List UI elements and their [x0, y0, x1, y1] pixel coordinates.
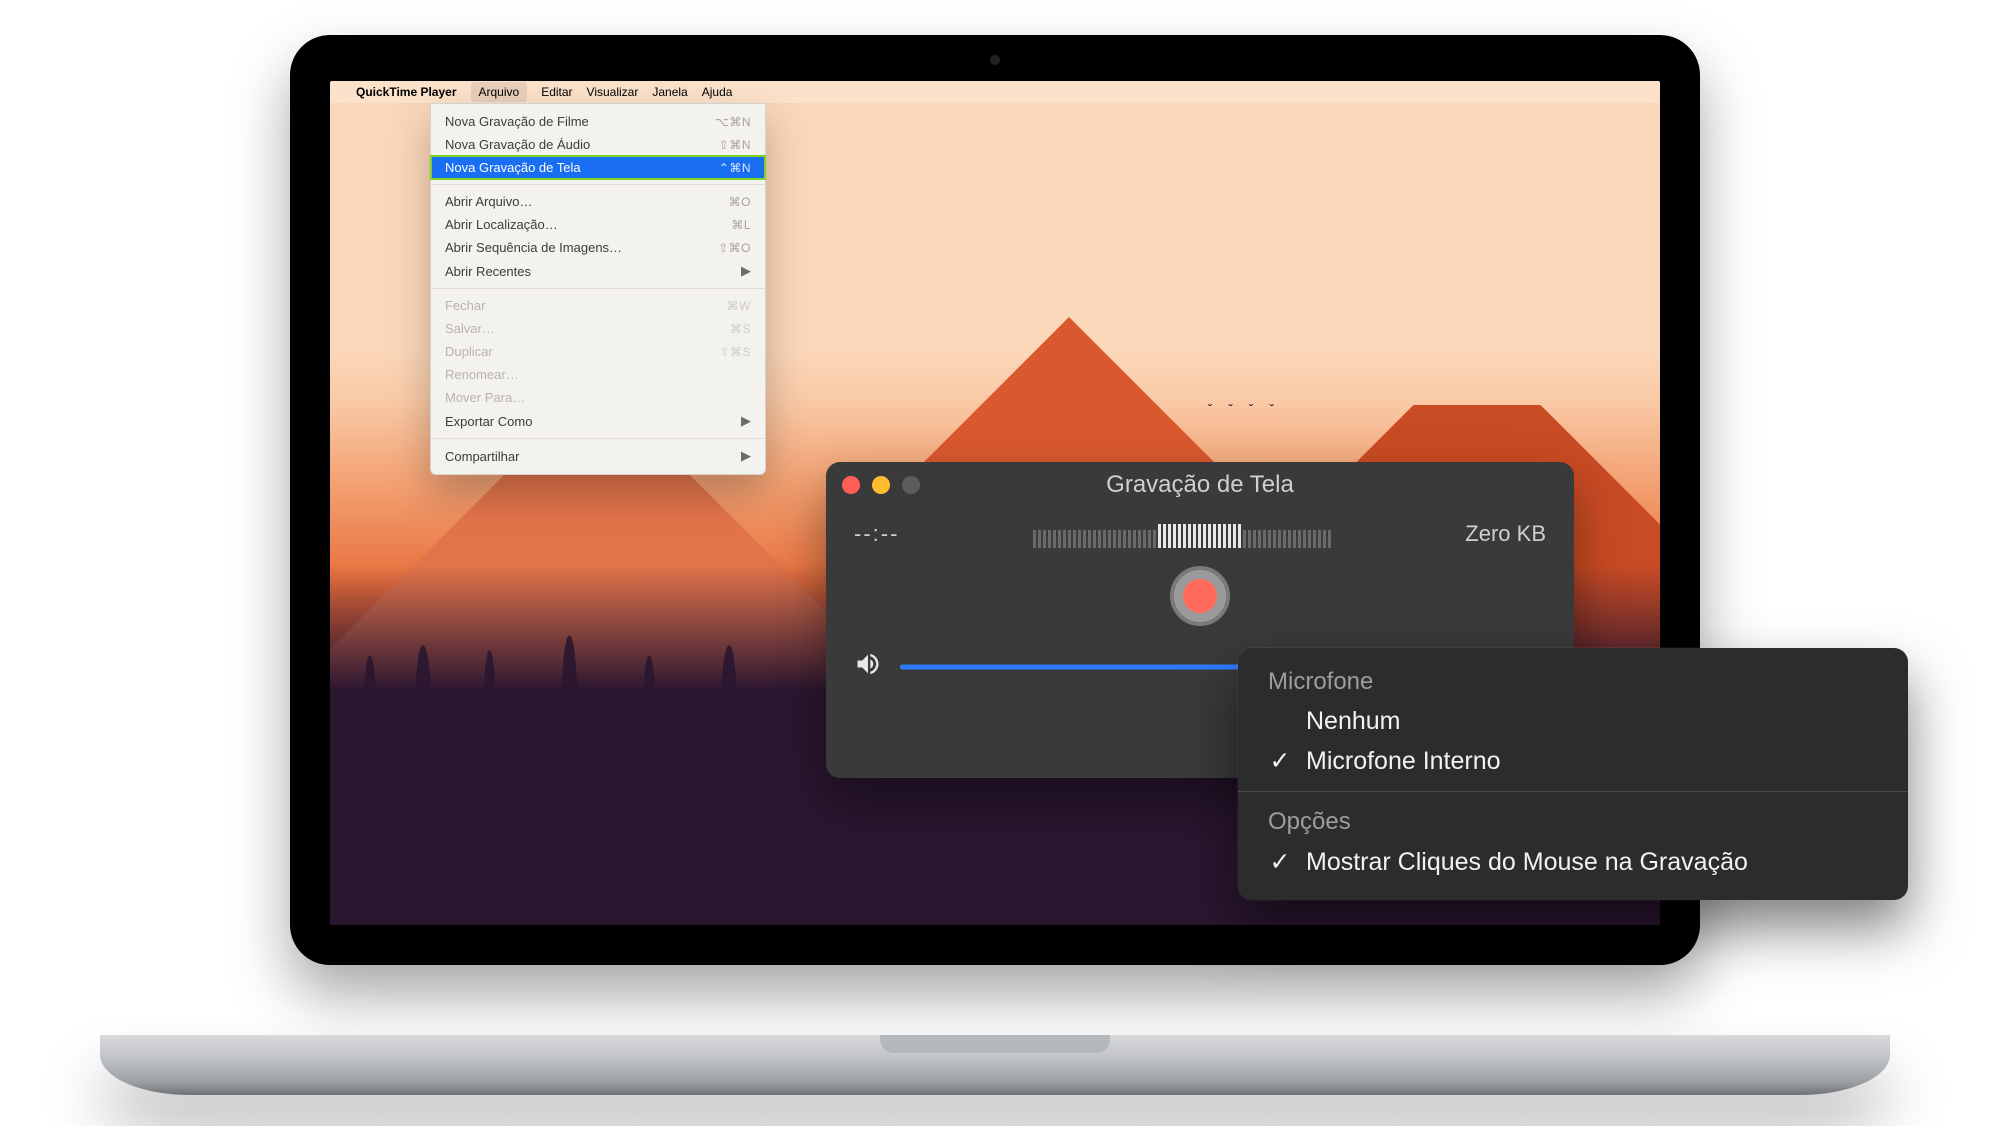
menu-item-nova-gravacao-tela[interactable]: Nova Gravação de Tela ⌃⌘N: [431, 156, 765, 179]
menu-item-abrir-recentes[interactable]: Abrir Recentes ▶: [431, 259, 765, 283]
shortcut-label: ⇧⌘O: [718, 241, 751, 255]
mic-section-title: Microfone: [1238, 662, 1908, 702]
shortcut-label: ⌥⌘N: [715, 115, 751, 129]
menu-item-salvar: Salvar… ⌘S: [431, 317, 765, 340]
menu-item-label: Salvar…: [445, 321, 495, 336]
wallpaper-birds: ˇ ˇ ˇ ˇ: [1208, 401, 1280, 417]
recording-time: --:--: [854, 521, 899, 547]
shortcut-label: ⇧⌘N: [719, 138, 751, 152]
record-button[interactable]: [1170, 566, 1230, 626]
recording-options-popover: Microfone Nenhum ✓ Microfone Interno Opç…: [1238, 648, 1908, 900]
shortcut-label: ⌘O: [729, 195, 751, 209]
menu-item-label: Abrir Recentes: [445, 264, 531, 279]
check-icon: ✓: [1268, 746, 1292, 776]
panel-titlebar[interactable]: Gravação de Tela: [826, 462, 1574, 508]
shortcut-label: ⇧⌘S: [719, 345, 751, 359]
menu-item-fechar: Fechar ⌘W: [431, 294, 765, 317]
shortcut-label: ⌘W: [727, 299, 751, 313]
menu-item-label: Exportar Como: [445, 414, 532, 429]
check-icon: ✓: [1268, 847, 1292, 877]
menu-item-compartilhar[interactable]: Compartilhar ▶: [431, 444, 765, 468]
menu-item-label: Duplicar: [445, 344, 493, 359]
menu-item-abrir-sequencia[interactable]: Abrir Sequência de Imagens… ⇧⌘O: [431, 236, 765, 259]
laptop-trackpad-notch: [880, 1035, 1110, 1053]
menubar: QuickTime Player Arquivo Editar Visualiz…: [330, 81, 1660, 103]
menu-item-abrir-localizacao[interactable]: Abrir Localização… ⌘L: [431, 213, 765, 236]
menu-item-duplicar: Duplicar ⇧⌘S: [431, 340, 765, 363]
panel-title: Gravação de Tela: [826, 471, 1574, 499]
record-icon: [1183, 579, 1217, 613]
submenu-arrow-icon: ▶: [741, 413, 751, 429]
menu-item-mover-para: Mover Para…: [431, 386, 765, 409]
menubar-item-janela[interactable]: Janela: [652, 85, 687, 99]
shortcut-label: ⌘L: [731, 218, 751, 232]
camera-dot: [990, 55, 1000, 65]
menu-item-label: Renomear…: [445, 367, 519, 382]
menu-item-label: Abrir Sequência de Imagens…: [445, 240, 622, 255]
mic-option-nenhum[interactable]: Nenhum: [1238, 702, 1908, 741]
slider-fill: [900, 664, 1275, 669]
arquivo-dropdown: Nova Gravação de Filme ⌥⌘N Nova Gravação…: [430, 103, 766, 475]
menubar-item-arquivo[interactable]: Arquivo: [471, 82, 528, 102]
menu-item-label: Abrir Localização…: [445, 217, 558, 232]
mic-option-interno[interactable]: ✓ Microfone Interno: [1238, 741, 1908, 781]
menu-item-label: Nova Gravação de Tela: [445, 160, 581, 175]
shortcut-label: ⌃⌘N: [719, 161, 751, 175]
laptop-base: [100, 1035, 1890, 1095]
menubar-item-editar[interactable]: Editar: [541, 85, 572, 99]
menu-item-label: Abrir Arquivo…: [445, 194, 532, 209]
submenu-arrow-icon: ▶: [741, 263, 751, 279]
menu-item-label: Nova Gravação de Filme: [445, 114, 589, 129]
menu-item-label: Compartilhar: [445, 449, 519, 464]
submenu-arrow-icon: ▶: [741, 448, 751, 464]
menu-item-exportar-como[interactable]: Exportar Como ▶: [431, 409, 765, 433]
menu-item-nova-gravacao-audio[interactable]: Nova Gravação de Áudio ⇧⌘N: [431, 133, 765, 156]
option-label: Microfone Interno: [1306, 747, 1501, 776]
option-show-clicks[interactable]: ✓ Mostrar Cliques do Mouse na Gravação: [1238, 842, 1908, 882]
menubar-item-ajuda[interactable]: Ajuda: [702, 85, 733, 99]
menu-item-label: Mover Para…: [445, 390, 525, 405]
menu-item-nova-gravacao-filme[interactable]: Nova Gravação de Filme ⌥⌘N: [431, 110, 765, 133]
option-label: Nenhum: [1306, 707, 1401, 736]
menu-item-renomear: Renomear…: [431, 363, 765, 386]
option-label: Mostrar Cliques do Mouse na Gravação: [1306, 848, 1748, 877]
audio-level-meter: [1033, 520, 1331, 548]
shortcut-label: ⌘S: [730, 322, 751, 336]
speaker-icon: [854, 650, 882, 683]
menubar-item-visualizar[interactable]: Visualizar: [587, 85, 639, 99]
menu-item-abrir-arquivo[interactable]: Abrir Arquivo… ⌘O: [431, 190, 765, 213]
app-name[interactable]: QuickTime Player: [356, 85, 457, 99]
menu-item-label: Nova Gravação de Áudio: [445, 137, 590, 152]
options-section-title: Opções: [1238, 802, 1908, 842]
menu-item-label: Fechar: [445, 298, 485, 313]
recording-size: Zero KB: [1465, 521, 1546, 547]
